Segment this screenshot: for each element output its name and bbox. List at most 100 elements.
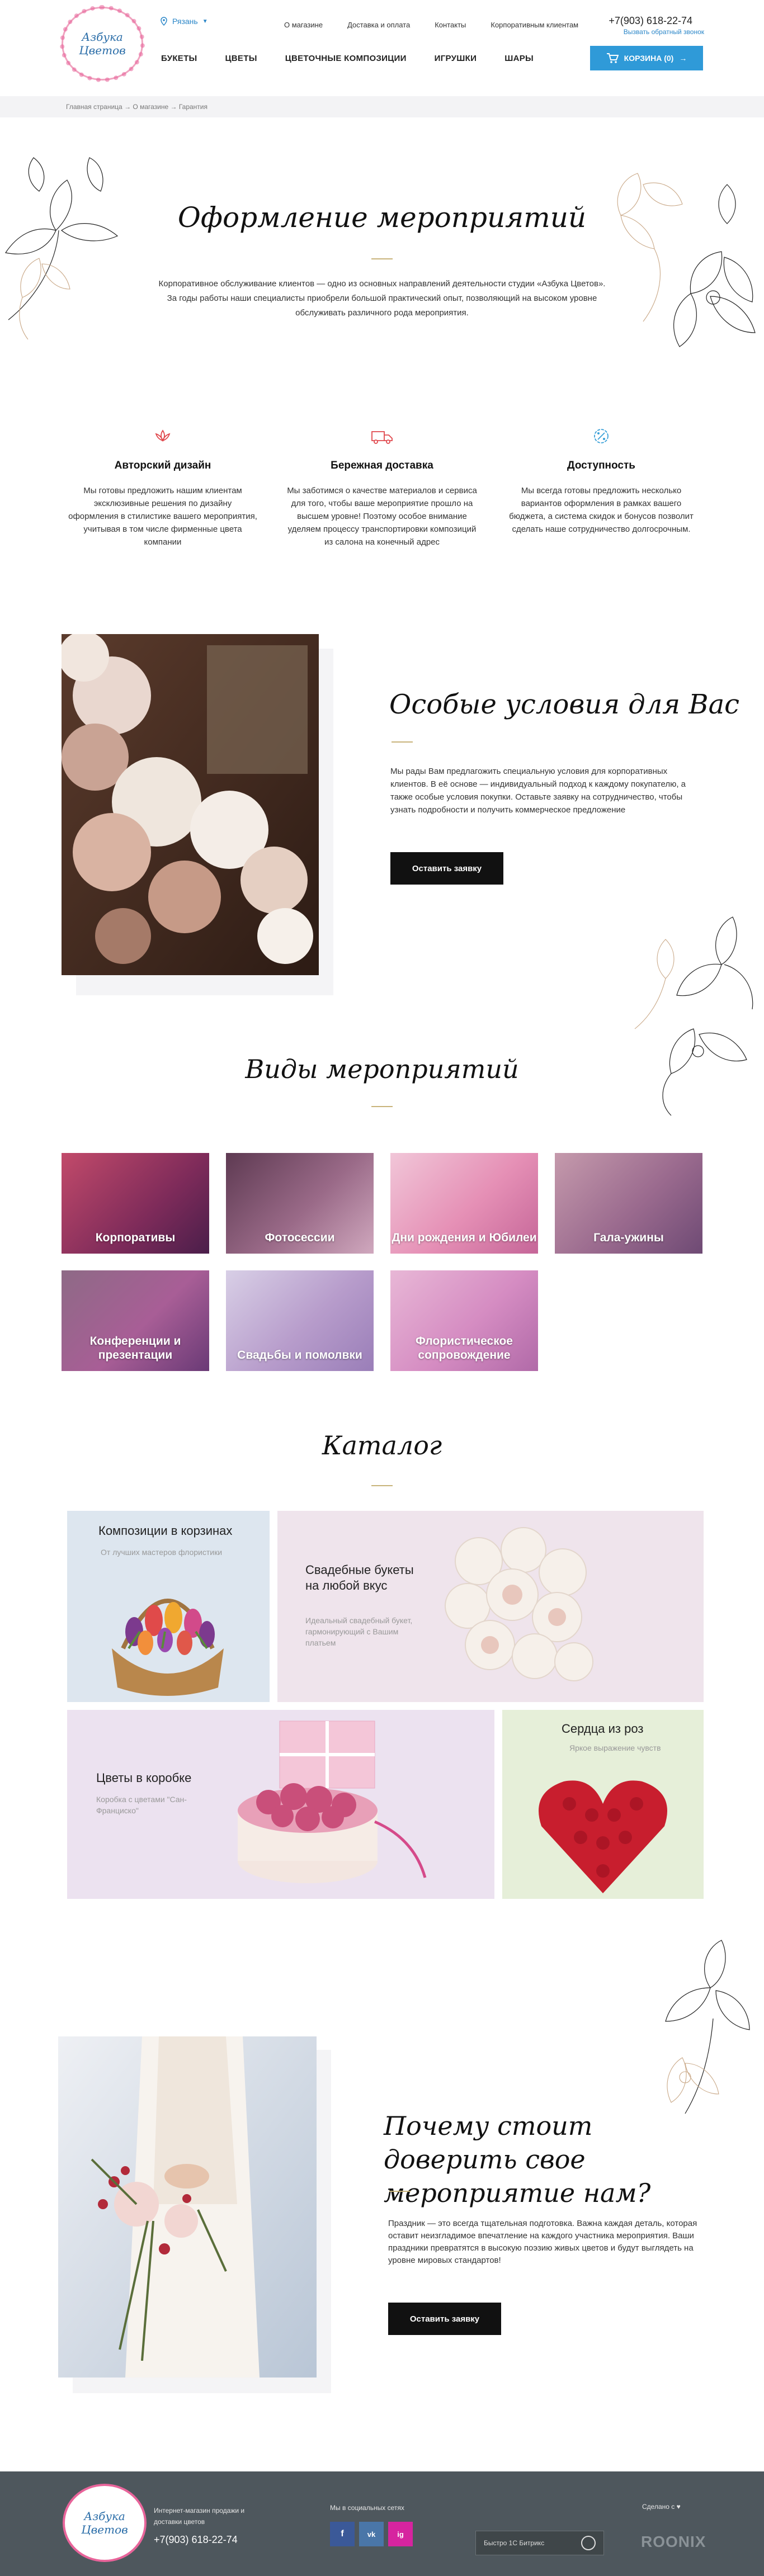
card-subtitle: Идеальный свадебный букет, гармонирующий… bbox=[305, 1616, 413, 1647]
kinds-title: Виды мероприятий bbox=[245, 1054, 519, 1084]
kind-tile-wedding[interactable]: Свадьбы и помолвки bbox=[226, 1270, 374, 1371]
footer-phone[interactable]: +7(903) 618-22-74 bbox=[154, 2534, 238, 2546]
feature-title: Бережная доставка bbox=[331, 460, 433, 471]
bitrix-badge[interactable]: Быстро 1С Битрикс bbox=[475, 2531, 604, 2555]
card-subtitle: Яркое выражение чувств bbox=[569, 1743, 661, 1752]
feature-delivery: Бережная доставка Мы заботимся о качеств… bbox=[287, 425, 477, 549]
kind-tile-conference[interactable]: Конференции и презентации bbox=[62, 1270, 209, 1371]
feature-text: Мы готовы предложить нашим клиентам экск… bbox=[68, 486, 257, 547]
special-title: Особые условия для Вас bbox=[389, 689, 740, 720]
top-nav-corporate[interactable]: Корпоративным клиентам bbox=[491, 21, 578, 29]
kind-tile-corporate[interactable]: Корпоративы bbox=[62, 1153, 209, 1254]
title-divider bbox=[371, 258, 393, 259]
arrow-right-icon: → bbox=[679, 54, 687, 63]
card-title: Сердца из роз bbox=[562, 1722, 644, 1736]
intro-text: Корпоративное обслуживание клиентов — од… bbox=[158, 279, 606, 318]
design-icon bbox=[68, 425, 258, 447]
social-label: Мы в социальных сетях bbox=[330, 2504, 404, 2512]
nav-bouquets[interactable]: БУКЕТЫ bbox=[161, 54, 197, 63]
site-footer: Азбука Цветов Интернет-магазин продажи и… bbox=[0, 2471, 764, 2576]
kind-label: Флористическое сопровождение bbox=[416, 1335, 513, 1362]
why-text: Праздник — это всегда тщательная подгото… bbox=[388, 2219, 697, 2265]
cart-label: КОРЗИНА (0) bbox=[624, 54, 674, 63]
why-title: Почему стоит доверить свое мероприятие н… bbox=[384, 2111, 651, 2208]
kind-tile-birthday[interactable]: Дни рождения и Юбилеи bbox=[390, 1153, 538, 1254]
kind-label: Корпоративы bbox=[95, 1231, 176, 1244]
studio-logo[interactable]: ROONIX bbox=[641, 2533, 706, 2551]
feature-text: Мы заботимся о качестве материалов и сер… bbox=[287, 486, 477, 547]
heart-icon: ♥ bbox=[676, 2503, 681, 2511]
flower-lineart-right-top bbox=[617, 173, 756, 347]
kind-tile-gala[interactable]: Гала-ужины bbox=[555, 1153, 702, 1254]
card-subtitle: От лучших мастеров флористики bbox=[101, 1548, 223, 1557]
catalog-card-wedding[interactable]: Свадебные букеты на любой вкус Идеальный… bbox=[277, 1511, 704, 1702]
kind-label: Гала-ужины bbox=[593, 1231, 664, 1244]
special-text: Мы рады Вам предлагожить специальную усл… bbox=[390, 767, 686, 815]
discount-icon bbox=[506, 425, 696, 447]
location-pin-icon bbox=[161, 17, 167, 26]
feature-text: Мы всегда готовы предложить несколько ва… bbox=[509, 486, 694, 534]
main-nav: БУКЕТЫ ЦВЕТЫ ЦВЕТОЧНЫЕ КОМПОЗИЦИИ ИГРУШК… bbox=[161, 54, 534, 63]
header-phone[interactable]: +7(903) 618-22-74 bbox=[609, 15, 692, 27]
why-photo bbox=[58, 2036, 317, 2378]
nav-compositions[interactable]: ЦВЕТОЧНЫЕ КОМПОЗИЦИИ bbox=[285, 54, 407, 63]
card-title: Цветы в коробке bbox=[96, 1771, 192, 1785]
nav-toys[interactable]: ИГРУШКИ bbox=[435, 54, 477, 63]
footer-logo[interactable]: Азбука Цветов bbox=[63, 2484, 147, 2562]
title-divider bbox=[392, 741, 413, 743]
truck-icon bbox=[287, 425, 477, 447]
catalog-card-baskets[interactable]: Композиции в корзинах От лучших мастеров… bbox=[67, 1511, 270, 1702]
special-request-button[interactable]: Оставить заявку bbox=[390, 852, 503, 885]
city-selector[interactable]: Рязань ▼ bbox=[160, 17, 208, 26]
logo-line2: Цветов bbox=[81, 2523, 128, 2536]
logo-flower-ring bbox=[60, 5, 145, 82]
feature-title: Авторский дизайн bbox=[114, 460, 211, 471]
logo-line1: Азбука bbox=[84, 2509, 125, 2523]
vk-icon[interactable]: vk bbox=[359, 2522, 384, 2546]
catalog-card-heart[interactable]: Сердца из роз Яркое выражение чувств bbox=[502, 1710, 704, 1899]
breadcrumb[interactable]: Главная страница → О магазине → Гарантия bbox=[0, 96, 764, 117]
basket-image bbox=[112, 1599, 224, 1696]
feature-design: Авторский дизайн Мы готовы предложить на… bbox=[68, 425, 258, 549]
card-title: Свадебные букеты на любой вкус bbox=[305, 1563, 414, 1592]
flower-lineart-right-mid bbox=[634, 916, 753, 1116]
kind-label: Дни рождения и Юбилеи bbox=[392, 1231, 537, 1244]
flower-box-image bbox=[238, 1721, 427, 1883]
chevron-down-icon: ▼ bbox=[202, 18, 208, 25]
card-title: Композиции в корзинах bbox=[98, 1524, 233, 1538]
kind-label: Фотосессии bbox=[265, 1231, 335, 1244]
site-header: Азбука Цветов Рязань ▼ О магазине Достав… bbox=[0, 0, 764, 95]
bitrix-logo-icon bbox=[581, 2536, 596, 2550]
title-divider bbox=[389, 2191, 411, 2192]
top-nav-about[interactable]: О магазине bbox=[284, 21, 323, 29]
facebook-icon[interactable]: f bbox=[330, 2522, 355, 2546]
card-subtitle: Коробка с цветами "Сан-Франциско" bbox=[96, 1795, 187, 1815]
footer-description: Интернет-магазин продажи и доставки цвет… bbox=[154, 2507, 245, 2526]
bitrix-badge-label: Быстро 1С Битрикс bbox=[484, 2539, 545, 2547]
page-title: Оформление мероприятий bbox=[177, 201, 587, 234]
top-nav-contacts[interactable]: Контакты bbox=[435, 21, 466, 29]
flower-lineart-left-top bbox=[5, 157, 119, 340]
top-nav-delivery[interactable]: Доставка и оплата bbox=[347, 21, 410, 29]
logo[interactable]: Азбука Цветов bbox=[60, 5, 145, 82]
nav-balloons[interactable]: ШАРЫ bbox=[504, 54, 534, 63]
nav-flowers[interactable]: ЦВЕТЫ bbox=[225, 54, 257, 63]
feature-title: Доступность bbox=[567, 460, 635, 471]
city-name: Рязань bbox=[172, 17, 198, 26]
callback-link[interactable]: Вызвать обратный звонок bbox=[624, 28, 704, 36]
rose-heart-image bbox=[539, 1780, 667, 1893]
wedding-bouquet-image bbox=[445, 1527, 593, 1681]
kind-tile-photoshoot[interactable]: Фотосессии bbox=[226, 1153, 374, 1254]
made-by-label: Сделано с ♥ bbox=[642, 2503, 681, 2511]
feature-affordability: Доступность Мы всегда готовы предложить … bbox=[506, 425, 696, 536]
why-request-button[interactable]: Оставить заявку bbox=[388, 2303, 501, 2335]
title-divider bbox=[371, 1485, 393, 1486]
top-nav: О магазине Доставка и оплата Контакты Ко… bbox=[284, 21, 578, 29]
catalog-card-box[interactable]: Цветы в коробке Коробка с цветами "Сан-Ф… bbox=[67, 1710, 494, 1899]
kind-label: Конференции и презентации bbox=[89, 1335, 181, 1362]
kind-tile-floristic[interactable]: Флористическое сопровождение bbox=[390, 1270, 538, 1371]
cart-button[interactable]: КОРЗИНА (0) → bbox=[590, 46, 703, 70]
title-divider bbox=[371, 1106, 393, 1107]
kind-label: Свадьбы и помолвки bbox=[237, 1349, 362, 1362]
instagram-icon[interactable]: ig bbox=[388, 2522, 413, 2546]
